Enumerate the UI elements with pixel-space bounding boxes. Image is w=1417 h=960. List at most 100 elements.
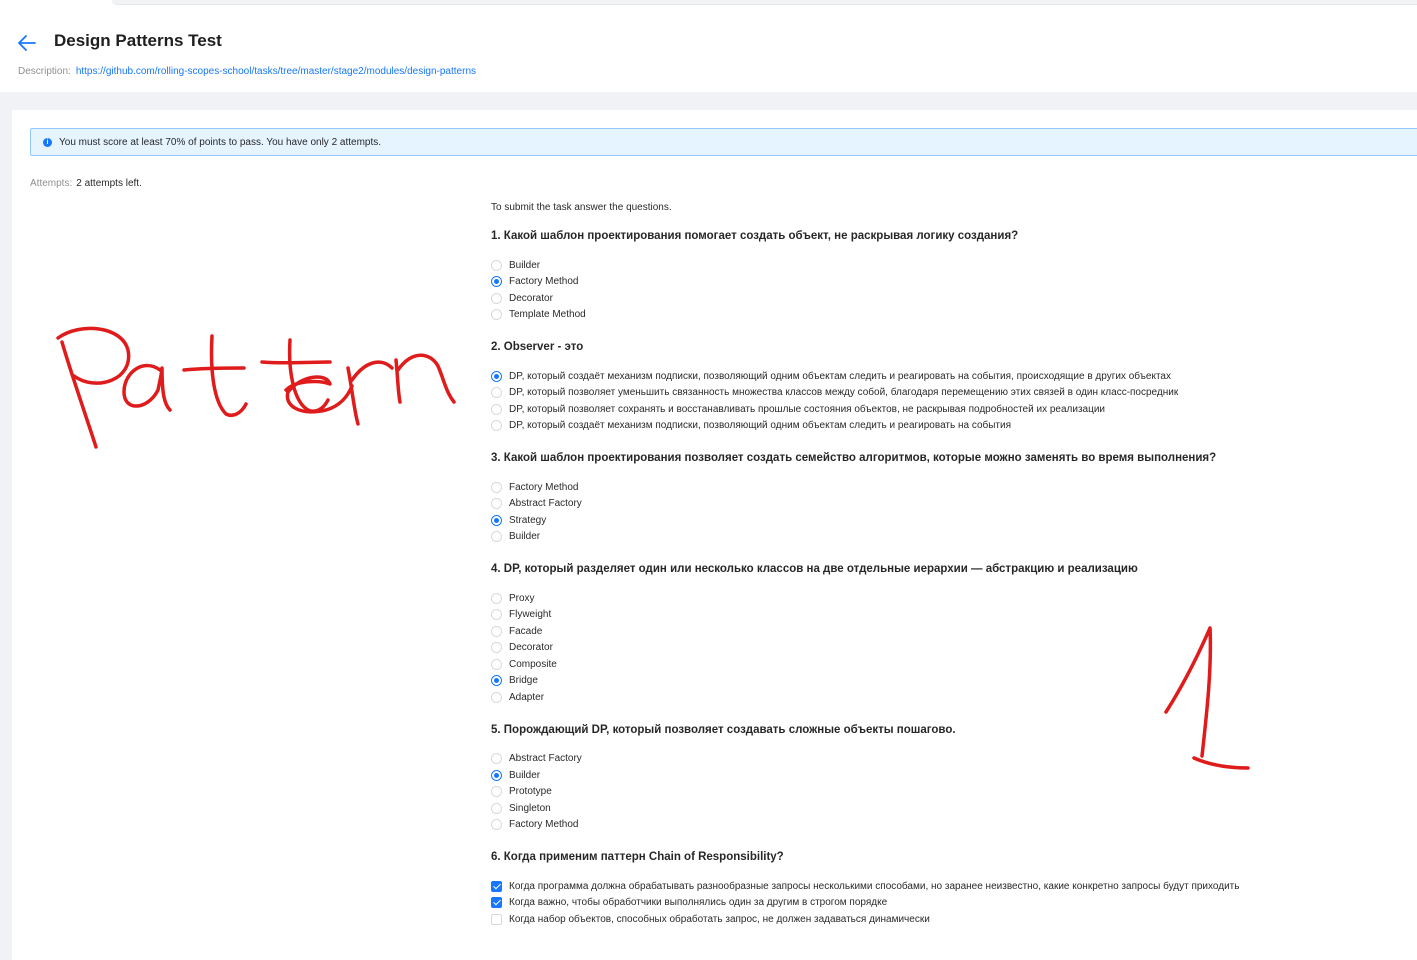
info-circle-icon: i xyxy=(43,138,52,147)
option-label: Composite xyxy=(509,658,557,670)
option-label: Decorator xyxy=(509,642,553,654)
attempts-label: Attempts: xyxy=(30,178,73,189)
radio-option[interactable]: Builder xyxy=(491,529,1391,546)
radio-option[interactable]: Bridge xyxy=(491,673,1391,690)
radio-button[interactable] xyxy=(491,642,502,654)
option-label: Когда программа должна обрабатывать разн… xyxy=(509,880,1240,892)
radio-button[interactable] xyxy=(491,769,502,781)
radio-button[interactable] xyxy=(491,658,502,670)
question-options: Когда программа должна обрабатывать разн… xyxy=(491,878,1391,928)
radio-option[interactable]: DP, который позволяет уменьшить связанно… xyxy=(491,385,1391,402)
option-label: Adapter xyxy=(509,691,545,703)
radio-button[interactable] xyxy=(491,514,502,526)
intro-text: To submit the task answer the questions. xyxy=(491,202,672,213)
radio-option[interactable]: Decorator xyxy=(491,640,1391,657)
option-label: Template Method xyxy=(509,309,586,321)
radio-option[interactable]: DP, который создаёт механизм подписки, п… xyxy=(491,418,1391,435)
question-title: 1. Какой шаблон проектирования помогает … xyxy=(491,230,1019,242)
option-label: Когда набор объектов, способных обработа… xyxy=(509,913,930,925)
radio-option[interactable]: Singleton xyxy=(491,800,1391,817)
radio-option[interactable]: Builder xyxy=(491,257,1391,274)
attempts-info: Attempts: 2 attempts left. xyxy=(30,178,142,189)
radio-option[interactable]: Factory Method xyxy=(491,479,1391,496)
radio-option[interactable]: Decorator xyxy=(491,290,1391,307)
radio-option[interactable]: Builder xyxy=(491,767,1391,784)
page-header: Design Patterns Test Description: https:/… xyxy=(0,18,1417,92)
radio-option[interactable]: Prototype xyxy=(491,784,1391,801)
question-options: Proxy Flyweight Facade Decorator Composite Br… xyxy=(491,590,1391,706)
radio-button[interactable] xyxy=(491,420,502,432)
option-label: DP, который позволяет уменьшить связанно… xyxy=(509,387,1179,399)
alert-text: You must score at least 70% of points to… xyxy=(59,137,382,148)
checkbox-option[interactable]: Когда программа должна обрабатывать разн… xyxy=(491,878,1391,895)
option-label: Prototype xyxy=(509,786,552,798)
description-label: Description: xyxy=(18,66,71,77)
radio-button[interactable] xyxy=(491,592,502,604)
option-label: Builder xyxy=(509,531,541,543)
radio-button[interactable] xyxy=(491,309,502,321)
option-label: DP, который создаёт механизм подписки, п… xyxy=(509,420,1012,432)
attempts-value: 2 attempts left. xyxy=(76,178,142,189)
radio-option[interactable]: Facade xyxy=(491,623,1391,640)
browser-strip xyxy=(0,0,1417,18)
option-label: Decorator xyxy=(509,292,553,304)
info-alert: i You must score at least 70% of points … xyxy=(30,128,1417,156)
option-label: Strategy xyxy=(509,514,547,526)
radio-option[interactable]: Template Method xyxy=(491,307,1391,324)
address-bar-edge xyxy=(112,0,1417,5)
radio-option[interactable]: Factory Method xyxy=(491,274,1391,291)
radio-button[interactable] xyxy=(491,786,502,798)
radio-button[interactable] xyxy=(491,387,502,399)
radio-option[interactable]: Adapter xyxy=(491,689,1391,706)
checkbox-option[interactable]: Когда важно, чтобы обработчики выполняли… xyxy=(491,895,1391,912)
option-label: Facade xyxy=(509,625,543,637)
question-title: 4. DP, который разделяет один или нескол… xyxy=(491,563,1138,575)
description: Description: https://github.com/rolling-s… xyxy=(18,66,476,77)
page-title: Design Patterns Test xyxy=(54,31,222,50)
description-link[interactable]: https://github.com/rolling-scopes-school… xyxy=(76,66,476,77)
radio-option[interactable]: Strategy xyxy=(491,512,1391,529)
radio-button[interactable] xyxy=(491,403,502,415)
checkbox[interactable] xyxy=(491,880,502,892)
question-title: 3. Какой шаблон проектирования позволяет… xyxy=(491,452,1217,464)
radio-button[interactable] xyxy=(491,675,502,687)
radio-button[interactable] xyxy=(491,691,502,703)
radio-option[interactable]: Proxy xyxy=(491,590,1391,607)
checkbox[interactable] xyxy=(491,913,502,925)
radio-option[interactable]: Flyweight xyxy=(491,607,1391,624)
radio-button[interactable] xyxy=(491,753,502,765)
radio-button[interactable] xyxy=(491,531,502,543)
radio-option[interactable]: Factory Method xyxy=(491,817,1391,834)
test-card: i You must score at least 70% of points … xyxy=(12,110,1417,960)
radio-button[interactable] xyxy=(491,498,502,510)
radio-option[interactable]: DP, который создаёт механизм подписки, п… xyxy=(491,368,1391,385)
radio-button[interactable] xyxy=(491,259,502,271)
radio-option[interactable]: Abstract Factory xyxy=(491,496,1391,513)
option-label: Factory Method xyxy=(509,481,579,493)
option-label: Factory Method xyxy=(509,276,579,288)
radio-button[interactable] xyxy=(491,625,502,637)
checkbox-option[interactable]: Когда набор объектов, способных обработа… xyxy=(491,911,1391,928)
radio-button[interactable] xyxy=(491,370,502,382)
question-title: 5. Порождающий DP, который позволяет соз… xyxy=(491,723,956,736)
question-title: 2. Observer - это xyxy=(491,341,584,353)
radio-option[interactable]: Composite xyxy=(491,656,1391,673)
radio-option[interactable]: Abstract Factory xyxy=(491,751,1391,768)
radio-button[interactable] xyxy=(491,819,502,831)
radio-button[interactable] xyxy=(491,276,502,288)
option-label: DP, который позволяет сохранять и восста… xyxy=(509,403,1106,415)
question-options: Abstract Factory Builder Prototype Singleto… xyxy=(491,751,1391,834)
radio-button[interactable] xyxy=(491,481,502,493)
option-label: Factory Method xyxy=(509,819,579,831)
radio-option[interactable]: DP, который позволяет сохранять и восста… xyxy=(491,401,1391,418)
question-options: Builder Factory Method Decorator Template M… xyxy=(491,257,1391,323)
option-label: DP, который создаёт механизм подписки, п… xyxy=(509,370,1171,382)
radio-button[interactable] xyxy=(491,609,502,621)
checkbox[interactable] xyxy=(491,897,502,909)
radio-button[interactable] xyxy=(491,802,502,814)
radio-button[interactable] xyxy=(491,292,502,304)
question-options: Factory Method Abstract Factory Strategy Bu… xyxy=(491,479,1391,545)
questions-form: To submit the task answer the questions.… xyxy=(491,202,1391,945)
option-label: Builder xyxy=(509,259,541,271)
arrow-left-icon[interactable] xyxy=(16,32,38,54)
